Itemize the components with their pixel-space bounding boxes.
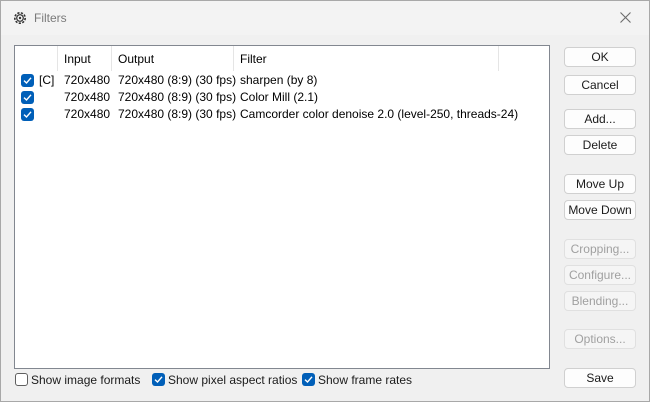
configure-button[interactable]: Configure... [564,265,636,285]
move-down-button[interactable]: Move Down [564,200,636,220]
filter-row[interactable]: 720x480 720x480 (8:9) (30 fps) Camcorder… [15,106,549,123]
checkmark-icon [304,376,313,384]
filter-row[interactable]: 720x480 720x480 (8:9) (30 fps) Color Mil… [15,89,549,106]
checkmark-icon [154,376,163,384]
ok-button[interactable]: OK [564,47,636,67]
add-button[interactable]: Add... [564,109,636,129]
show-frame-rates-checkbox[interactable] [302,373,315,386]
show-image-formats-checkbox[interactable] [15,373,28,386]
options-button[interactable]: Options... [564,329,636,349]
show-pixel-aspect-ratios-label: Show pixel aspect ratios [168,373,298,387]
show-frame-rates-label: Show frame rates [318,373,413,387]
filter-name: sharpen (by 8) [240,73,318,87]
column-header-check[interactable] [15,46,58,71]
list-header: Input Output Filter [15,46,549,71]
filter-name: Camcorder color denoise 2.0 (level-250, … [240,107,519,121]
column-header-input[interactable]: Input [58,46,112,71]
filter-output: 720x480 (8:9) (30 fps) [118,107,237,121]
filter-enable-checkbox[interactable] [21,74,34,87]
show-pixel-aspect-ratios-checkbox[interactable] [152,373,165,386]
save-button[interactable]: Save [564,368,636,388]
checkmark-icon [23,77,32,85]
filter-name: Color Mill (2.1) [240,90,319,104]
filter-tag: [C] [39,73,55,87]
column-header-filter[interactable]: Filter [234,46,499,71]
filter-output: 720x480 (8:9) (30 fps) [118,73,237,87]
filter-input: 720x480 [64,107,111,121]
delete-button[interactable]: Delete [564,135,636,155]
column-header-output[interactable]: Output [112,46,234,71]
move-up-button[interactable]: Move Up [564,174,636,194]
filters-dialog: Filters Input Output Filter [C] 720x480 … [0,0,650,402]
filter-input: 720x480 [64,73,111,87]
filter-row[interactable]: [C] 720x480 720x480 (8:9) (30 fps) sharp… [15,72,549,89]
cropping-button[interactable]: Cropping... [564,239,636,259]
gear-app-icon [12,10,28,26]
cancel-button[interactable]: Cancel [564,75,636,95]
checkmark-icon [23,94,32,102]
checkmark-icon [23,111,32,119]
blending-button[interactable]: Blending... [564,291,636,311]
filter-output: 720x480 (8:9) (30 fps) [118,90,237,104]
close-icon [620,12,631,23]
filter-enable-checkbox[interactable] [21,108,34,121]
filter-enable-checkbox[interactable] [21,91,34,104]
show-image-formats-label: Show image formats [31,373,141,387]
close-button[interactable] [603,1,649,35]
window-title: Filters [34,11,67,25]
filter-input: 720x480 [64,90,111,104]
filter-list[interactable]: Input Output Filter [C] 720x480 720x480 … [14,45,550,369]
title-bar[interactable]: Filters [1,1,649,35]
